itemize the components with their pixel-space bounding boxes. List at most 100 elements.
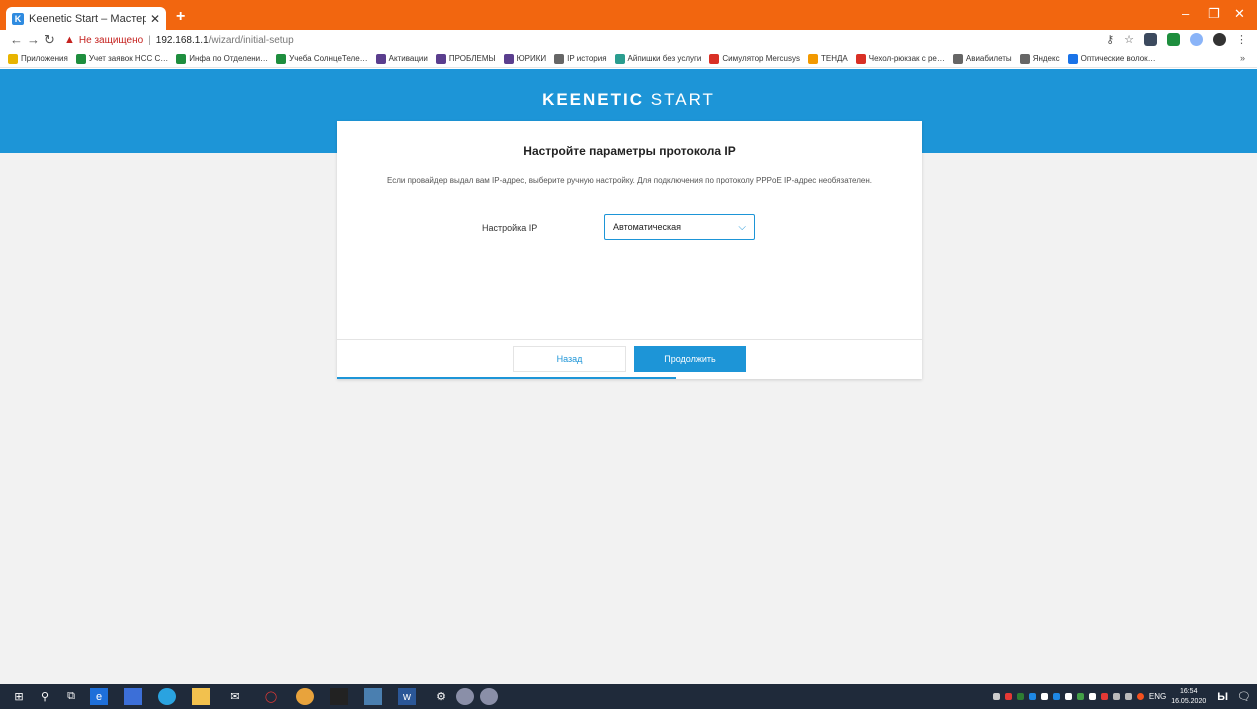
- bookmark-label: ТЕНДА: [820, 54, 848, 63]
- extension-icon[interactable]: [1144, 33, 1157, 46]
- not-secure-label: Не защищено: [78, 34, 144, 46]
- bluetooth-icon[interactable]: [1052, 693, 1060, 700]
- clock[interactable]: 16:54 16.05.2020: [1171, 687, 1206, 707]
- settings-icon[interactable]: ⚙: [432, 688, 450, 705]
- key-icon[interactable]: ⚷: [1106, 33, 1114, 46]
- bookmark-label: Приложения: [21, 54, 68, 63]
- volume-icon[interactable]: [1124, 693, 1132, 700]
- bookmark-item[interactable]: Авиабилеты: [952, 53, 1012, 64]
- back-arrow-icon[interactable]: ←: [10, 32, 23, 47]
- description-text: Если провайдер выдал вам IP-адрес, выбер…: [386, 176, 872, 185]
- bookmark-icon: [1067, 53, 1078, 64]
- bookmark-item[interactable]: IP история: [554, 53, 607, 64]
- bookmark-label: Симулятор Mercusys: [722, 54, 800, 63]
- minimize-button[interactable]: –: [1182, 6, 1189, 21]
- close-window-button[interactable]: ✕: [1234, 6, 1245, 22]
- tray-app-icon[interactable]: Ы: [1217, 691, 1228, 703]
- app-icon[interactable]: [364, 688, 382, 705]
- tab-close-icon[interactable]: ✕: [150, 12, 160, 26]
- extension-icon[interactable]: [1190, 33, 1203, 46]
- bookmark-item[interactable]: Симулятор Mercusys: [709, 53, 800, 64]
- forward-arrow-icon[interactable]: →: [27, 32, 40, 47]
- internet-explorer-icon[interactable]: e: [90, 688, 108, 705]
- bookmark-item[interactable]: Активации: [375, 53, 428, 64]
- opera-icon[interactable]: ◯: [262, 688, 280, 705]
- language-indicator[interactable]: ENG: [1149, 692, 1166, 701]
- clock-date: 16.05.2020: [1171, 697, 1207, 705]
- tab-title: Keenetic Start – Мастер быстро…: [29, 12, 146, 25]
- ip-setting-value: Автоматическая: [613, 222, 681, 232]
- chevron-down-icon: ⌵: [738, 221, 746, 233]
- reload-icon[interactable]: ↻: [44, 32, 55, 48]
- network-icon[interactable]: [1112, 693, 1120, 700]
- bookmark-item[interactable]: Приложения: [8, 53, 68, 64]
- windows-start-icon[interactable]: ⊞: [10, 688, 28, 705]
- tray-app-icon[interactable]: [1136, 693, 1144, 700]
- bookmark-item[interactable]: Инфа по Отделени…: [176, 53, 269, 64]
- chrome-icon[interactable]: [296, 688, 314, 705]
- bookmark-icon: [503, 53, 514, 64]
- terminal-icon[interactable]: [330, 688, 348, 705]
- extension-icon[interactable]: [1167, 33, 1180, 46]
- bookmark-label: Авиабилеты: [965, 54, 1012, 63]
- bookmark-label: Инфа по Отделени…: [189, 54, 269, 63]
- wizard-progress-bar: [337, 377, 922, 379]
- profile-avatar-icon[interactable]: [1213, 33, 1226, 46]
- bookmark-item[interactable]: Учет заявок НСС С…: [75, 53, 169, 64]
- bookmark-item[interactable]: Учеба СолнцеТеле…: [276, 53, 368, 64]
- bookmark-item[interactable]: Оптические волок…: [1067, 53, 1156, 64]
- bookmark-icon: [807, 53, 818, 64]
- bookmark-icon: [855, 53, 866, 64]
- bookmark-icon: [614, 53, 625, 64]
- back-button[interactable]: Назад: [513, 346, 626, 372]
- onedrive-icon[interactable]: [1088, 693, 1096, 700]
- divider: [337, 339, 922, 340]
- bookmark-item[interactable]: ПРОБЛЕМЫ: [435, 53, 496, 64]
- bookmark-item[interactable]: Айпишки без услуги: [614, 53, 701, 64]
- bookmark-label: Учет заявок НСС С…: [88, 54, 169, 63]
- notifications-icon[interactable]: 🗨: [1237, 690, 1251, 703]
- bookmark-item[interactable]: ТЕНДА: [807, 53, 848, 64]
- telegram-icon[interactable]: [158, 688, 176, 705]
- mail-icon[interactable]: ✉: [226, 688, 244, 705]
- bookmark-item[interactable]: ЮРИКИ: [503, 53, 546, 64]
- new-tab-button[interactable]: +: [176, 8, 185, 26]
- browser-titlebar: K Keenetic Start – Мастер быстро… ✕ + – …: [0, 0, 1257, 30]
- tray-app-icon[interactable]: [1100, 693, 1108, 700]
- bookmark-label: Оптические волок…: [1080, 54, 1156, 63]
- tray-app-icon[interactable]: [1028, 693, 1036, 700]
- bookmarks-overflow-button[interactable]: »: [1240, 53, 1245, 63]
- maximize-button[interactable]: ❐: [1208, 6, 1220, 22]
- clock-time: 16:54: [1179, 687, 1198, 695]
- file-explorer-icon[interactable]: [192, 688, 210, 705]
- tray-app-icon[interactable]: [1004, 693, 1012, 700]
- star-icon[interactable]: ☆: [1124, 33, 1134, 46]
- bookmark-icon: [554, 53, 565, 64]
- wizard-progress-fill: [337, 377, 677, 379]
- app-icon[interactable]: [480, 688, 498, 705]
- tray-app-icon[interactable]: [1040, 693, 1048, 700]
- app-icon[interactable]: [456, 688, 474, 705]
- ip-setting-select[interactable]: Автоматическая ⌵: [604, 214, 755, 240]
- keenetic-favicon-icon: K: [12, 12, 24, 25]
- bookmark-item[interactable]: Яндекс: [1019, 53, 1060, 64]
- tray-app-icon[interactable]: [1076, 693, 1084, 700]
- address-bar[interactable]: ▲ Не защищено | 192.168.1.1 /wizard/init…: [64, 32, 294, 48]
- continue-button[interactable]: Продолжить: [634, 346, 746, 372]
- tray-app-icon[interactable]: [1064, 693, 1072, 700]
- browser-tab[interactable]: K Keenetic Start – Мастер быстро… ✕: [6, 7, 166, 30]
- tray-app-icon[interactable]: [1016, 693, 1024, 700]
- word-icon[interactable]: w: [398, 688, 416, 705]
- people-icon[interactable]: [992, 693, 1000, 700]
- page-title: Настройте параметры протокола IP: [523, 144, 736, 158]
- task-view-icon[interactable]: ⧉: [62, 688, 80, 705]
- bookmark-label: Учеба СолнцеТеле…: [289, 54, 368, 63]
- bookmark-label: Активации: [388, 54, 428, 63]
- bookmark-item[interactable]: Чехол-рюкзак с ре…: [855, 53, 945, 64]
- bookmark-icon: [276, 53, 287, 64]
- search-icon[interactable]: ⚲: [36, 688, 54, 705]
- bookmark-label: Яндекс: [1032, 54, 1060, 63]
- warning-icon: ▲: [64, 34, 75, 46]
- menu-dots-icon[interactable]: ⋮: [1236, 33, 1247, 46]
- app-icon[interactable]: [124, 688, 142, 705]
